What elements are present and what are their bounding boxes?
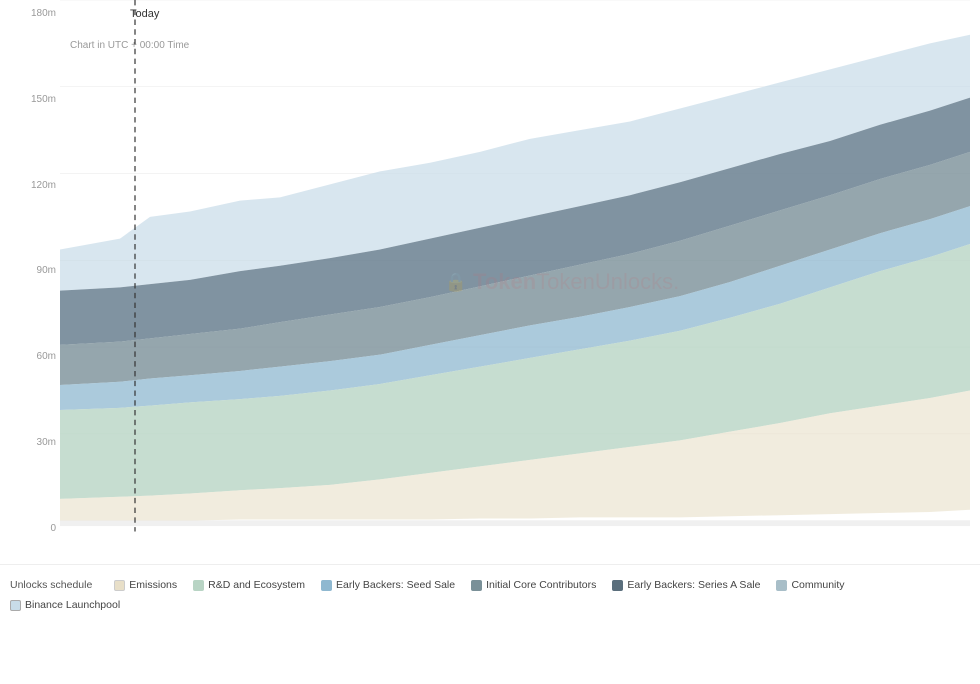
y-label-60: 60m — [4, 351, 56, 362]
legend-area: Unlocks schedule Emissions R&D and Ecosy… — [0, 564, 980, 684]
core-dot — [471, 580, 482, 591]
series-a-dot — [612, 580, 623, 591]
y-label-150: 150m — [4, 94, 56, 105]
rnd-label: R&D and Ecosystem — [208, 579, 305, 591]
seed-label: Early Backers: Seed Sale — [336, 579, 455, 591]
y-label-0: 0 — [4, 523, 56, 534]
chart-container: 0 30m 60m 90m 120m 150m 180m Today Chart… — [0, 0, 980, 684]
rnd-dot — [193, 580, 204, 591]
y-label-90: 90m — [4, 265, 56, 276]
community-dot — [776, 580, 787, 591]
legend-item-community: Community — [776, 579, 844, 591]
y-label-30: 30m — [4, 437, 56, 448]
legend-item-rnd: R&D and Ecosystem — [193, 579, 305, 591]
y-label-120: 120m — [4, 180, 56, 191]
legend-item-seed: Early Backers: Seed Sale — [321, 579, 455, 591]
series-a-label: Early Backers: Series A Sale — [627, 579, 760, 591]
community-label: Community — [791, 579, 844, 591]
emissions-label: Emissions — [129, 579, 177, 591]
legend-row-2: Binance Launchpool — [10, 593, 970, 613]
legend-item-series-a: Early Backers: Series A Sale — [612, 579, 760, 591]
emissions-dot — [114, 580, 125, 591]
seed-dot — [321, 580, 332, 591]
legend-item-binance: Binance Launchpool — [10, 599, 120, 611]
y-axis: 0 30m 60m 90m 120m 150m 180m — [0, 0, 60, 564]
core-label: Initial Core Contributors — [486, 579, 596, 591]
main-chart-area: 🔒 TokenTokenUnlocks. — [60, 0, 970, 564]
binance-dot — [10, 600, 21, 611]
y-label-180: 180m — [4, 8, 56, 19]
legend-item-core: Initial Core Contributors — [471, 579, 596, 591]
legend-row: Unlocks schedule Emissions R&D and Ecosy… — [10, 573, 970, 593]
legend-item-emissions: Emissions — [114, 579, 177, 591]
legend-title: Unlocks schedule — [10, 579, 92, 591]
chart-svg — [60, 0, 970, 564]
binance-label: Binance Launchpool — [25, 599, 120, 611]
